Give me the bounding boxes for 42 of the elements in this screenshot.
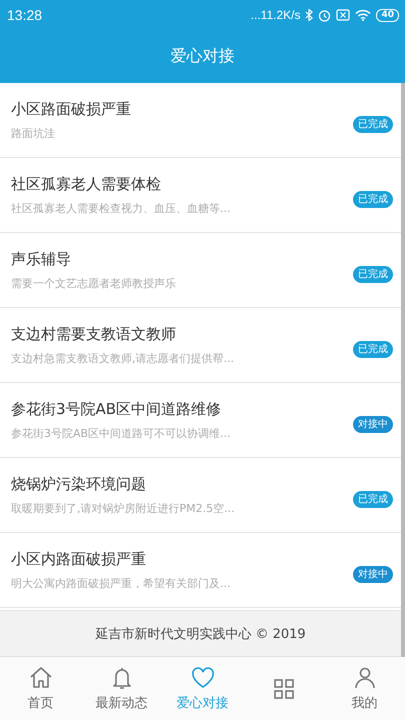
battery-indicator: 40 [376,8,399,22]
tab-item[interactable]: 首页 [0,657,81,720]
item-summary: 需要一个文艺志愿者老师教授声乐 [11,277,177,291]
network-speed: ...11.2K/s [250,8,300,22]
request-item[interactable]: 烧锅炉污染环境问题 取暖期要到了,请对锅炉房附近进行PM2.5空... 已完成 [0,458,401,533]
item-summary: 路面坑洼 [11,127,56,141]
item-title: 小区内路面破损严重 [11,549,147,569]
status-badge: 对接中 [353,416,393,432]
status-badge: 已完成 [353,340,393,358]
tab-item[interactable]: 最新动态 [81,657,162,720]
item-title: 声乐辅导 [11,249,72,269]
item-title: 烧锅炉污染环境问题 [11,474,147,494]
item-summary: 社区孤寡老人需要检查视力、血压、血糖等... [11,202,232,216]
heart-icon [190,665,216,691]
item-title: 社区孤寡老人需要体检 [11,174,162,194]
item-summary: 取暖期要到了,请对锅炉房附近进行PM2.5空... [11,502,236,516]
bluetooth-icon [305,9,314,21]
status-time: 13:28 [7,7,42,23]
sim-icon [336,9,350,21]
wifi-icon [355,9,372,21]
tab-item[interactable]: 我的 [324,657,405,720]
status-badge: 已完成 [353,116,393,132]
item-summary: 参花街3号院AB区中间道路可不可以协调维... [11,427,232,441]
item-summary: 支边村急需支教语文教师,请志愿者们提供帮... [11,352,235,366]
request-item[interactable]: 声乐辅导 需要一个文艺志愿者老师教授声乐 已完成 [0,233,401,308]
request-item[interactable]: 参花街3号院AB区中间道路维修 参花街3号院AB区中间道路可不可以协调维... 对接中 [0,383,401,458]
request-item[interactable]: 支边村需要支教语文教师 支边村急需支教语文教师,请志愿者们提供帮... 已完成 [0,308,401,383]
request-item[interactable]: 社区孤寡老人需要体检 社区孤寡老人需要检查视力、血压、血糖等... 已完成 [0,158,401,233]
page-title: 爱心对接 [170,46,234,67]
status-badge: 对接中 [353,566,393,582]
home-icon [28,665,54,691]
status-badge: 已完成 [353,190,393,208]
item-summary: 明大公寓内路面破损严重，希望有关部门及... [11,577,232,591]
alarm-icon [318,8,332,22]
footer-text: 延吉市新时代文明实践中心 © 2019 [95,626,306,642]
item-title: 小区路面破损严重 [11,99,132,119]
request-item[interactable]: 小区内路面破损严重 明大公寓内路面破损严重，希望有关部门及... 对接中 [0,533,401,608]
status-badge: 已完成 [353,490,393,508]
item-title: 参花街3号院AB区中间道路维修 [11,399,222,419]
request-item[interactable]: 小区路面破损严重 路面坑洼 已完成 [0,83,401,158]
item-title: 支边村需要支教语文教师 [11,324,177,344]
status-badge: 已完成 [353,266,393,282]
